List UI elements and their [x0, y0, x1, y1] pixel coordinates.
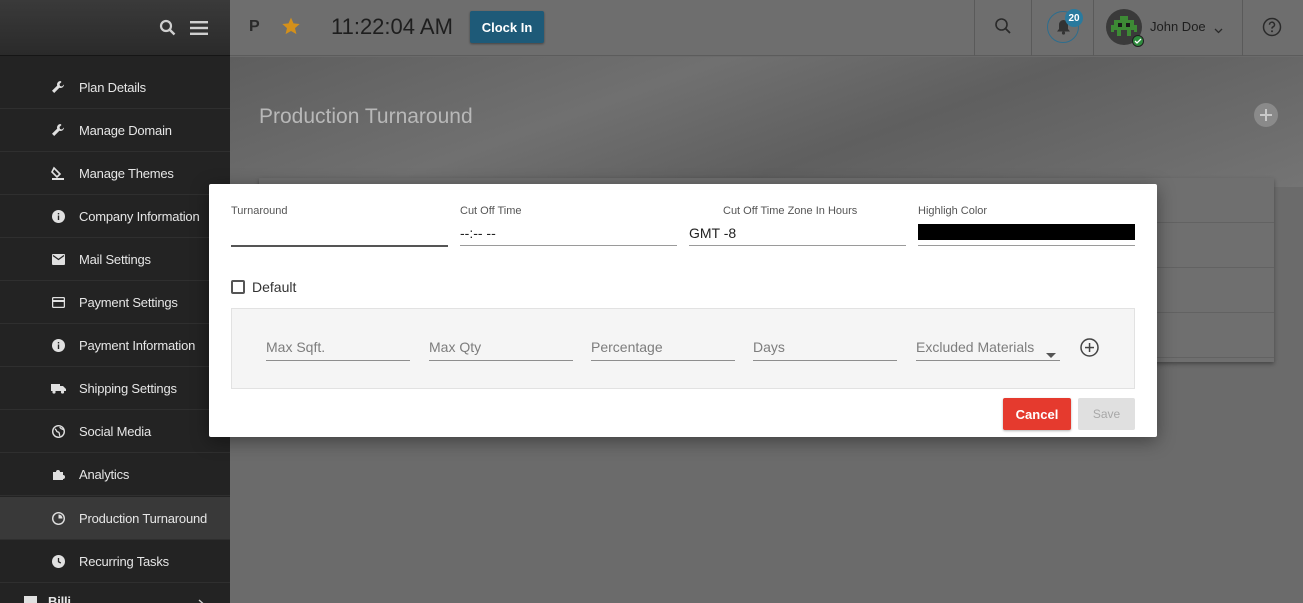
- info-icon: [50, 337, 66, 353]
- clock-in-button[interactable]: Clock In: [470, 11, 544, 43]
- sidebar-item-analytics[interactable]: Analytics: [0, 453, 230, 496]
- sidebar-item-label: Manage Themes: [79, 165, 174, 181]
- max-sqft-input[interactable]: Max Sqft.: [266, 339, 410, 361]
- excluded-materials-value: Excluded Materials: [916, 339, 1035, 355]
- cancel-button[interactable]: Cancel: [1003, 398, 1071, 430]
- sidebar-item-label: Billi: [48, 594, 71, 603]
- sidebar-item-recurring-tasks[interactable]: Recurring Tasks: [0, 540, 230, 583]
- clock-time: 11:22:04 AM: [331, 14, 453, 39]
- turnaround-rule-row: Max Sqft. Max Qty Percentage Days Exclud…: [231, 308, 1135, 389]
- puzzle-icon: [50, 466, 66, 482]
- turnaround-dialog: Turnaround Cut Off Time --:-- -- Cut Off…: [209, 184, 1157, 437]
- top-bar: P 11:22:04 AM Clock In 20 John Doe: [230, 0, 1303, 56]
- sidebar-item-label: Payment Information: [79, 337, 196, 353]
- clock-icon: [50, 553, 66, 569]
- sidebar-item-label: Analytics: [79, 466, 130, 482]
- sidebar-item-payment-information[interactable]: Payment Information: [0, 324, 230, 367]
- search-icon[interactable]: [994, 17, 1012, 40]
- sidebar-item-social-media[interactable]: Social Media: [0, 410, 230, 453]
- sidebar-header: [0, 0, 230, 56]
- sidebar-item-label: Plan Details: [79, 79, 146, 95]
- default-label: Default: [252, 279, 297, 295]
- default-checkbox[interactable]: [231, 280, 245, 294]
- percentage-input[interactable]: Percentage: [591, 339, 735, 361]
- user-name[interactable]: John Doe: [1150, 19, 1206, 34]
- sidebar-item-payment-settings[interactable]: Payment Settings: [0, 281, 230, 324]
- timezone-label: Cut Off Time Zone In Hours: [723, 205, 858, 217]
- divider: [1031, 0, 1032, 56]
- highlight-color-label: Highligh Color: [918, 205, 988, 217]
- highlight-color-swatch[interactable]: [918, 224, 1135, 240]
- cutoff-time-label: Cut Off Time: [460, 205, 522, 217]
- notification-badge: 20: [1065, 9, 1083, 27]
- sidebar-item-company-information[interactable]: Company Information: [0, 195, 230, 238]
- star-icon[interactable]: [281, 16, 301, 41]
- sidebar-item-mail-settings[interactable]: Mail Settings: [0, 238, 230, 281]
- billing-icon: [22, 594, 38, 603]
- info-icon: [50, 208, 66, 224]
- sidebar-item-production-turnaround[interactable]: Production Turnaround: [0, 497, 230, 540]
- sidebar-item-label: Payment Settings: [79, 294, 178, 310]
- menu-icon[interactable]: [190, 20, 208, 35]
- add-rule-icon[interactable]: [1080, 338, 1099, 362]
- cutoff-time-underline: [460, 245, 677, 246]
- sidebar-item-shipping-settings[interactable]: Shipping Settings: [0, 367, 230, 410]
- max-qty-input[interactable]: Max Qty: [429, 339, 573, 361]
- mail-icon: [50, 251, 66, 267]
- timezone-underline: [689, 245, 906, 246]
- wrench-icon: [50, 122, 66, 138]
- divider: [1093, 0, 1094, 56]
- timezone-input[interactable]: GMT -8: [689, 225, 736, 241]
- search-icon[interactable]: [159, 19, 176, 36]
- sidebar: Plan Details Manage Domain Manage Themes…: [0, 0, 230, 603]
- turnaround-label: Turnaround: [231, 205, 288, 217]
- sidebar-item-billing[interactable]: Billi: [0, 590, 230, 603]
- truck-icon: [50, 380, 66, 396]
- plus-icon: [1260, 109, 1272, 121]
- dropdown-arrow-icon: [1046, 345, 1056, 361]
- sidebar-item-manage-domain[interactable]: Manage Domain: [0, 109, 230, 152]
- help-icon[interactable]: [1262, 17, 1282, 42]
- pie-icon: [50, 510, 66, 526]
- wrench-icon: [50, 79, 66, 95]
- days-input[interactable]: Days: [753, 339, 897, 361]
- company-initial[interactable]: P: [249, 18, 260, 36]
- sidebar-item-plan-details[interactable]: Plan Details: [0, 66, 230, 109]
- divider: [1242, 0, 1243, 56]
- chevron-down-icon[interactable]: [1214, 21, 1223, 39]
- sidebar-item-label: Recurring Tasks: [79, 553, 169, 569]
- sidebar-item-label: Mail Settings: [79, 251, 151, 267]
- globe-icon: [50, 423, 66, 439]
- page-header: Production Turnaround: [230, 57, 1303, 187]
- sidebar-item-manage-themes[interactable]: Manage Themes: [0, 152, 230, 195]
- excluded-materials-select[interactable]: Excluded Materials: [916, 339, 1060, 361]
- add-button[interactable]: [1254, 103, 1278, 127]
- highlight-color-underline: [918, 245, 1135, 246]
- online-status-icon: [1132, 35, 1144, 47]
- turnaround-underline: [231, 245, 448, 247]
- sidebar-item-label: Company Information: [79, 208, 200, 224]
- cutoff-time-input[interactable]: --:-- --: [460, 225, 496, 241]
- divider: [974, 0, 975, 56]
- paint-bucket-icon: [50, 165, 66, 181]
- chevron-right-icon: [198, 596, 204, 603]
- sidebar-item-label: Manage Domain: [79, 122, 172, 138]
- save-button[interactable]: Save: [1078, 398, 1135, 430]
- sidebar-item-label: Social Media: [79, 423, 152, 439]
- credit-card-icon: [50, 294, 66, 310]
- page-title: Production Turnaround: [259, 105, 473, 128]
- sidebar-item-label: Production Turnaround: [79, 510, 208, 526]
- sidebar-item-label: Shipping Settings: [79, 380, 177, 396]
